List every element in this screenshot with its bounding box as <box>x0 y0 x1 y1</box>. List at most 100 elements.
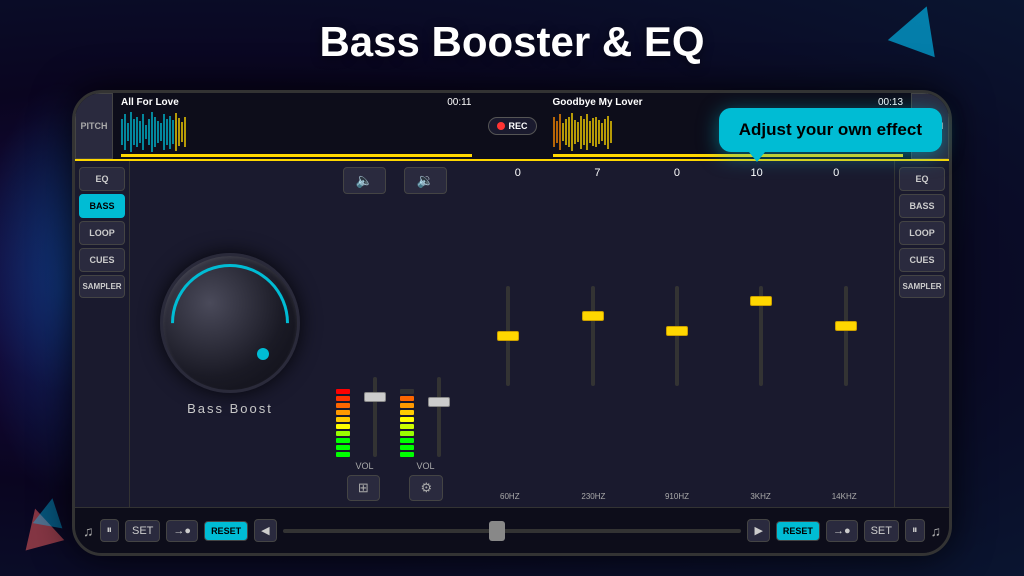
eq-val-1: 7 <box>582 167 612 179</box>
left-track-header: All For Love 00:11 <box>121 97 472 108</box>
arrow-rec-btn-left[interactable]: →● <box>166 520 198 542</box>
pause-btn-right[interactable]: ⏸ <box>905 519 925 542</box>
eq-freq-4: 14KHZ <box>826 492 862 501</box>
reset-btn-left[interactable]: RESET <box>204 521 248 541</box>
eq-fader-track-3[interactable] <box>759 286 763 386</box>
left-waveform-track: All For Love 00:11 <box>113 93 480 159</box>
middle-controls: 🔈 🔉 <box>330 161 460 507</box>
left-sidebar: EQ BASS LOOP CUES SAMPLER <box>75 161 130 507</box>
vol-icon-right[interactable]: 🔉 <box>404 167 447 194</box>
eq-faders <box>468 183 886 488</box>
vol-labels: VOL VOL <box>334 461 456 471</box>
fader-col-left <box>358 377 392 457</box>
eq-section: 0 7 0 10 0 <box>460 161 894 507</box>
main-content: EQ BASS LOOP CUES SAMPLER Bass Boost 🔈 <box>75 161 949 507</box>
vu-meter-right <box>398 389 416 457</box>
eq-val-0: 0 <box>503 167 533 179</box>
transport-thumb <box>489 521 505 541</box>
eq-freq-0: 60HZ <box>492 492 528 501</box>
adjust-tooltip: Adjust your own effect <box>719 108 942 152</box>
eq-fader-60hz <box>506 286 510 386</box>
eq-val-3: 10 <box>742 167 772 179</box>
eq-freq-1: 230HZ <box>575 492 611 501</box>
rec-button[interactable]: REC <box>488 117 537 135</box>
right-sidebar: EQ BASS LOOP CUES SAMPLER <box>894 161 949 507</box>
fader-track-right[interactable] <box>437 377 441 457</box>
eq-fader-14khz <box>844 286 848 386</box>
eq-fader-230hz <box>591 286 595 386</box>
reset-btn-right[interactable]: RESET <box>776 521 820 541</box>
music-note-right[interactable]: ♫ <box>931 523 942 539</box>
right-track-header: Goodbye My Lover 00:13 <box>553 97 904 108</box>
sidebar-btn-eq-right[interactable]: EQ <box>899 167 945 191</box>
eq-fader-thumb-3 <box>750 296 772 306</box>
sidebar-btn-bass-left[interactable]: BASS <box>79 194 125 218</box>
vol-label-left: VOL <box>355 461 373 471</box>
knob-label: Bass Boost <box>187 401 273 416</box>
left-waveform-vis[interactable] <box>121 110 472 154</box>
sidebar-btn-sampler-right[interactable]: SAMPLER <box>899 275 945 298</box>
eq-fader-thumb-0 <box>497 331 519 341</box>
phone-frame: PITCH All For Love 00:11 <box>72 90 952 556</box>
knob-container[interactable] <box>160 253 300 393</box>
bottom-icons: ⊞ ⚙ <box>334 475 456 501</box>
settings-icon[interactable]: ⚙ <box>409 475 443 501</box>
eq-fader-track-0[interactable] <box>506 286 510 386</box>
fader-col-right <box>422 377 456 457</box>
eq-fader-track-2[interactable] <box>675 286 679 386</box>
music-note-left[interactable]: ♫ <box>83 523 94 539</box>
fader-thumb-left <box>364 392 386 402</box>
sidebar-btn-loop-left[interactable]: LOOP <box>79 221 125 245</box>
right-track-name: Goodbye My Lover <box>553 97 643 108</box>
left-track-name: All For Love <box>121 97 179 108</box>
triangle-bottom-left-2 <box>33 496 67 529</box>
next-btn[interactable]: ▶ <box>747 519 769 542</box>
right-progress-line <box>553 154 904 157</box>
left-progress-line <box>121 154 472 157</box>
fader-thumb-right <box>428 397 450 407</box>
eq-fader-thumb-1 <box>582 311 604 321</box>
sidebar-btn-eq-left[interactable]: EQ <box>79 167 125 191</box>
eq-val-4: 0 <box>821 167 851 179</box>
rec-label: REC <box>509 121 528 131</box>
eq-fader-track-4[interactable] <box>844 286 848 386</box>
left-track-time: 00:11 <box>447 97 471 108</box>
left-pitch-btn[interactable]: PITCH <box>75 93 113 159</box>
grid-icon[interactable]: ⊞ <box>347 475 380 501</box>
transport-slider[interactable] <box>283 529 742 533</box>
set-btn-left[interactable]: SET <box>125 520 160 542</box>
eq-freq-3: 3KHZ <box>743 492 779 501</box>
vol-icons: 🔈 🔉 <box>334 167 456 194</box>
fader-track-left[interactable] <box>373 377 377 457</box>
eq-fader-track-1[interactable] <box>591 286 595 386</box>
vol-icon-left[interactable]: 🔈 <box>343 167 386 194</box>
rec-indicator <box>497 122 505 130</box>
page-title: Bass Booster & EQ <box>0 18 1024 66</box>
knob-area: Bass Boost <box>130 161 330 507</box>
arrow-rec-btn-right[interactable]: →● <box>826 520 858 542</box>
left-waveform-bars <box>121 110 472 154</box>
transport-bar: ♫ ⏸ SET →● RESET ◀ ▶ RESET →● SET ⏸ ♫ <box>75 507 949 553</box>
right-track-time: 00:13 <box>878 97 903 108</box>
pause-btn-left[interactable]: ⏸ <box>100 519 120 542</box>
eq-values: 0 7 0 10 0 <box>468 167 886 179</box>
eq-fader-thumb-4 <box>835 321 857 331</box>
eq-fader-910hz <box>675 286 679 386</box>
sidebar-btn-sampler-left[interactable]: SAMPLER <box>79 275 125 298</box>
knob-indicator <box>257 348 269 360</box>
eq-val-2: 0 <box>662 167 692 179</box>
dj-app: PITCH All For Love 00:11 <box>75 93 949 553</box>
sidebar-btn-cues-right[interactable]: CUES <box>899 248 945 272</box>
sidebar-btn-bass-right[interactable]: BASS <box>899 194 945 218</box>
prev-btn[interactable]: ◀ <box>254 519 276 542</box>
eq-freq-2: 910HZ <box>659 492 695 501</box>
set-btn-right[interactable]: SET <box>864 520 899 542</box>
vol-label-right: VOL <box>416 461 434 471</box>
sidebar-btn-cues-left[interactable]: CUES <box>79 248 125 272</box>
vu-faders <box>334 202 456 457</box>
sidebar-btn-loop-right[interactable]: LOOP <box>899 221 945 245</box>
eq-fader-3khz <box>759 286 763 386</box>
vu-meter-left <box>334 389 352 457</box>
eq-fader-thumb-2 <box>666 326 688 336</box>
bass-knob[interactable] <box>160 253 300 393</box>
